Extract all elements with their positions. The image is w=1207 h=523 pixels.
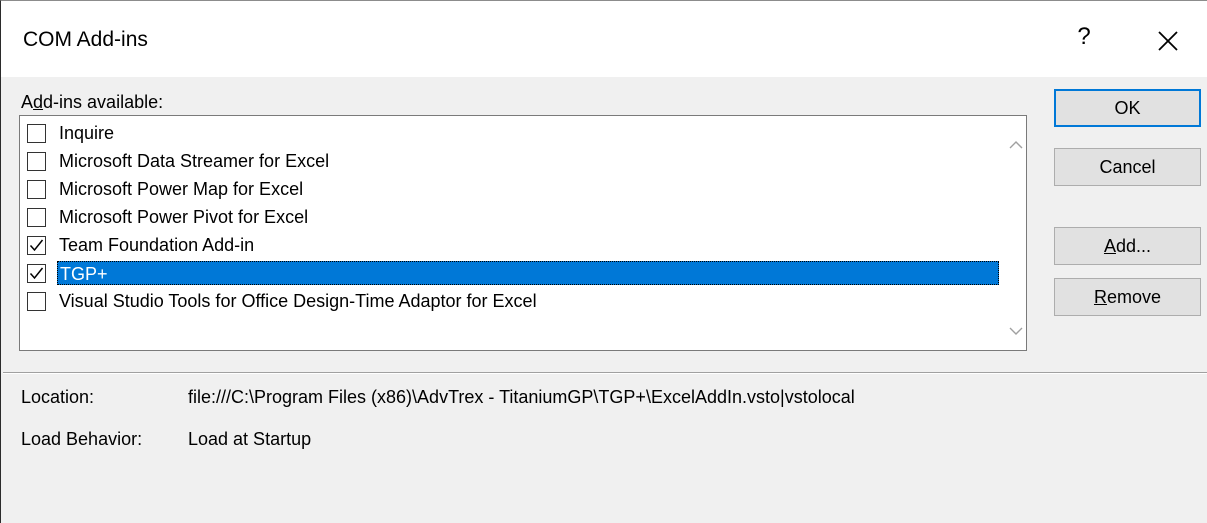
checkmark-icon (29, 239, 44, 252)
dialog-title: COM Add-ins (23, 28, 148, 51)
addin-label: Inquire (59, 123, 115, 143)
title-bar: COM Add-ins ? (1, 1, 1207, 77)
addin-label: Microsoft Power Pivot for Excel (59, 207, 309, 227)
location-value: file:///C:\Program Files (x86)\AdvTrex -… (188, 387, 855, 407)
addin-checkbox[interactable] (27, 264, 46, 283)
addins-available-label: Add-ins available: (21, 92, 164, 112)
addin-label: Team Foundation Add-in (59, 235, 255, 255)
addin-label: TGP+ (57, 261, 999, 285)
addin-list-item[interactable]: Visual Studio Tools for Office Design-Ti… (21, 288, 999, 316)
load-behavior-value: Load at Startup (188, 429, 312, 449)
addin-checkbox[interactable] (27, 208, 46, 227)
addins-listbox[interactable]: Inquire Microsoft Data Streamer for Excel… (19, 115, 1027, 351)
remove-access-key: R (1093, 287, 1107, 307)
addin-checkbox[interactable] (27, 180, 46, 199)
divider (3, 372, 1207, 374)
addin-list-item[interactable]: Microsoft Data Streamer for Excel (21, 148, 999, 176)
addin-label: Visual Studio Tools for Office Design-Ti… (59, 291, 537, 311)
cancel-button[interactable]: Cancel (1054, 148, 1201, 186)
add-access-key: A (1103, 236, 1116, 256)
scroll-up-icon[interactable] (1008, 138, 1024, 152)
addin-label: Microsoft Data Streamer for Excel (59, 151, 330, 171)
ok-button[interactable]: OK (1054, 89, 1201, 127)
addin-checkbox[interactable] (27, 292, 46, 311)
add-button[interactable]: Add... (1054, 227, 1201, 265)
access-key: d (33, 92, 44, 112)
load-behavior-label: Load Behavior: (21, 429, 143, 449)
addin-checkbox[interactable] (27, 236, 46, 255)
addin-list-item[interactable]: Microsoft Power Map for Excel (21, 176, 999, 204)
checkmark-icon (29, 267, 44, 280)
add-label: dd... (1115, 236, 1152, 256)
help-button[interactable]: ? (1072, 23, 1096, 55)
addin-list-item[interactable]: Team Foundation Add-in (21, 232, 999, 260)
close-icon (1158, 31, 1178, 51)
addin-label: Microsoft Power Map for Excel (59, 179, 304, 199)
addin-list-item[interactable]: Microsoft Power Pivot for Excel (21, 204, 999, 232)
close-button[interactable] (1156, 29, 1180, 53)
scroll-down-icon[interactable] (1008, 324, 1024, 338)
addin-checkbox[interactable] (27, 124, 46, 143)
com-addins-dialog: COM Add-ins ? Add-ins available: Inquire… (0, 0, 1207, 523)
remove-button[interactable]: Remove (1054, 278, 1201, 316)
location-label: Location: (21, 387, 95, 407)
addin-checkbox[interactable] (27, 152, 46, 171)
addin-list-item[interactable]: TGP+ (21, 260, 999, 288)
addin-list-item[interactable]: Inquire (21, 120, 999, 148)
remove-label: emove (1106, 287, 1162, 307)
